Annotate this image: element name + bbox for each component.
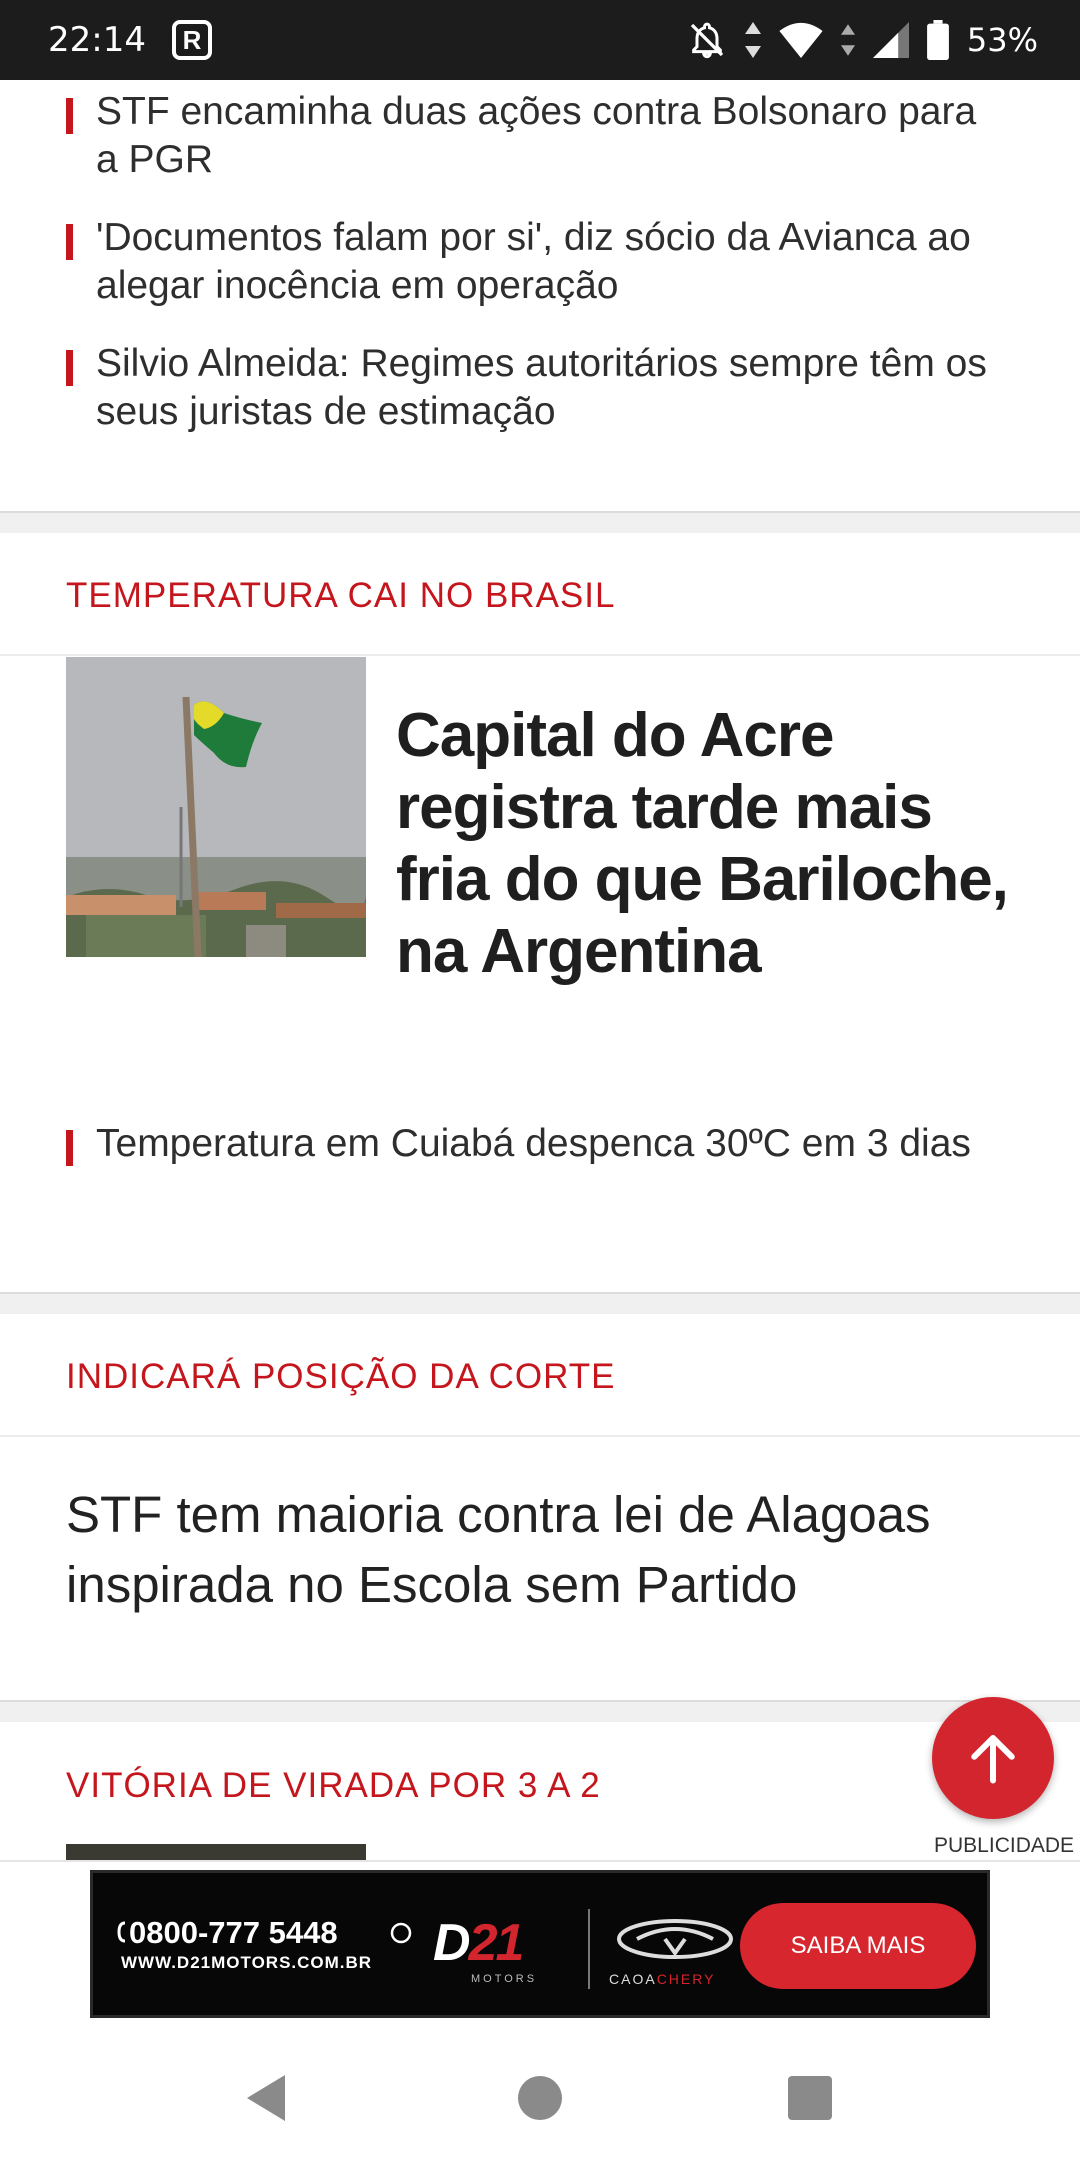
ad-cta-button[interactable]: SAIBA MAIS [740,1903,976,1989]
wifi-arrows-icon [840,24,855,56]
phone-icon [117,1921,126,1943]
d21-logo-right: 21 [468,1914,525,1972]
d21-logo: D21 [433,1913,525,1973]
brand-left: CAOA [609,1971,657,1987]
arrow-up-icon [971,1735,1015,1784]
section-kicker-vitoria[interactable]: VITÓRIA DE VIRADA POR 3 A 2 [66,1766,601,1806]
chery-logo-icon [617,1919,733,1959]
headline-stf-alagoas[interactable]: STF tem maioria contra lei de Alagoas in… [66,1480,1026,1620]
ad-banner-d21-motors[interactable]: 0800-777 5448 WWW.D21MOTORS.COM.BR D21 M… [90,1870,990,2018]
related-link-silvio-almeida[interactable]: Silvio Almeida: Regimes autoritários sem… [66,340,996,436]
ad-phone: 0800-777 5448 [129,1915,338,1950]
advertising-label: PUBLICIDADE [934,1834,1075,1857]
status-time: 22:14 [48,20,146,60]
battery-percent: 53% [966,21,1038,59]
related-link-cuiaba[interactable]: Temperatura em Cuiabá despenca 30ºC em 3… [66,1120,996,1168]
headline-acre-bariloche[interactable]: Capital do Acre registra tarde mais fria… [396,700,1036,988]
article-thumbnail-partial[interactable] [66,1844,366,1860]
bell-off-icon [690,22,724,59]
article-thumbnail-acre-flag[interactable] [66,657,366,957]
recents-square-icon [788,2076,832,2120]
section-separator [0,1700,1080,1722]
section-kicker-temperatura[interactable]: TEMPERATURA CAI NO BRASIL [66,576,615,616]
wifi-icon [779,22,823,58]
article-feed[interactable]: STF encaminha duas ações contra Bolsonar… [0,80,1080,1860]
brand-right: CHERY [656,1971,716,1987]
related-link-stf-pgr[interactable]: STF encaminha duas ações contra Bolsonar… [66,88,996,184]
system-navigation-bar [0,2030,1080,2160]
d21-logo-subtitle: MOTORS [471,1973,538,1985]
nav-recents-button[interactable] [780,2068,840,2128]
scroll-to-top-button[interactable] [932,1697,1054,1819]
section-separator [0,511,1080,533]
cell-signal-icon [872,22,909,58]
section-kicker-corte[interactable]: INDICARÁ POSIÇÃO DA CORTE [66,1357,615,1397]
nav-back-button[interactable] [236,2068,296,2128]
section-separator [0,1292,1080,1314]
caoa-chery-brand: CAOACHERY [609,1971,715,1987]
d21-logo-left: D [433,1914,471,1972]
data-arrows-icon [744,22,761,58]
whatsapp-icon [390,1922,412,1944]
battery-icon [926,20,949,60]
status-bar: 22:14 R 53% [0,0,1080,80]
related-link-avianca[interactable]: 'Documentos falam por si', diz sócio da … [66,214,996,310]
back-triangle-icon [247,2075,285,2121]
nav-home-button[interactable] [510,2068,570,2128]
ad-divider [588,1909,590,1989]
divider [0,1435,1080,1437]
divider [0,654,1080,656]
app-notification-icon: R [172,20,212,60]
home-circle-icon [518,2076,562,2120]
status-icons: 53% [687,18,1038,62]
ad-website: WWW.D21MOTORS.COM.BR [121,1953,373,1972]
